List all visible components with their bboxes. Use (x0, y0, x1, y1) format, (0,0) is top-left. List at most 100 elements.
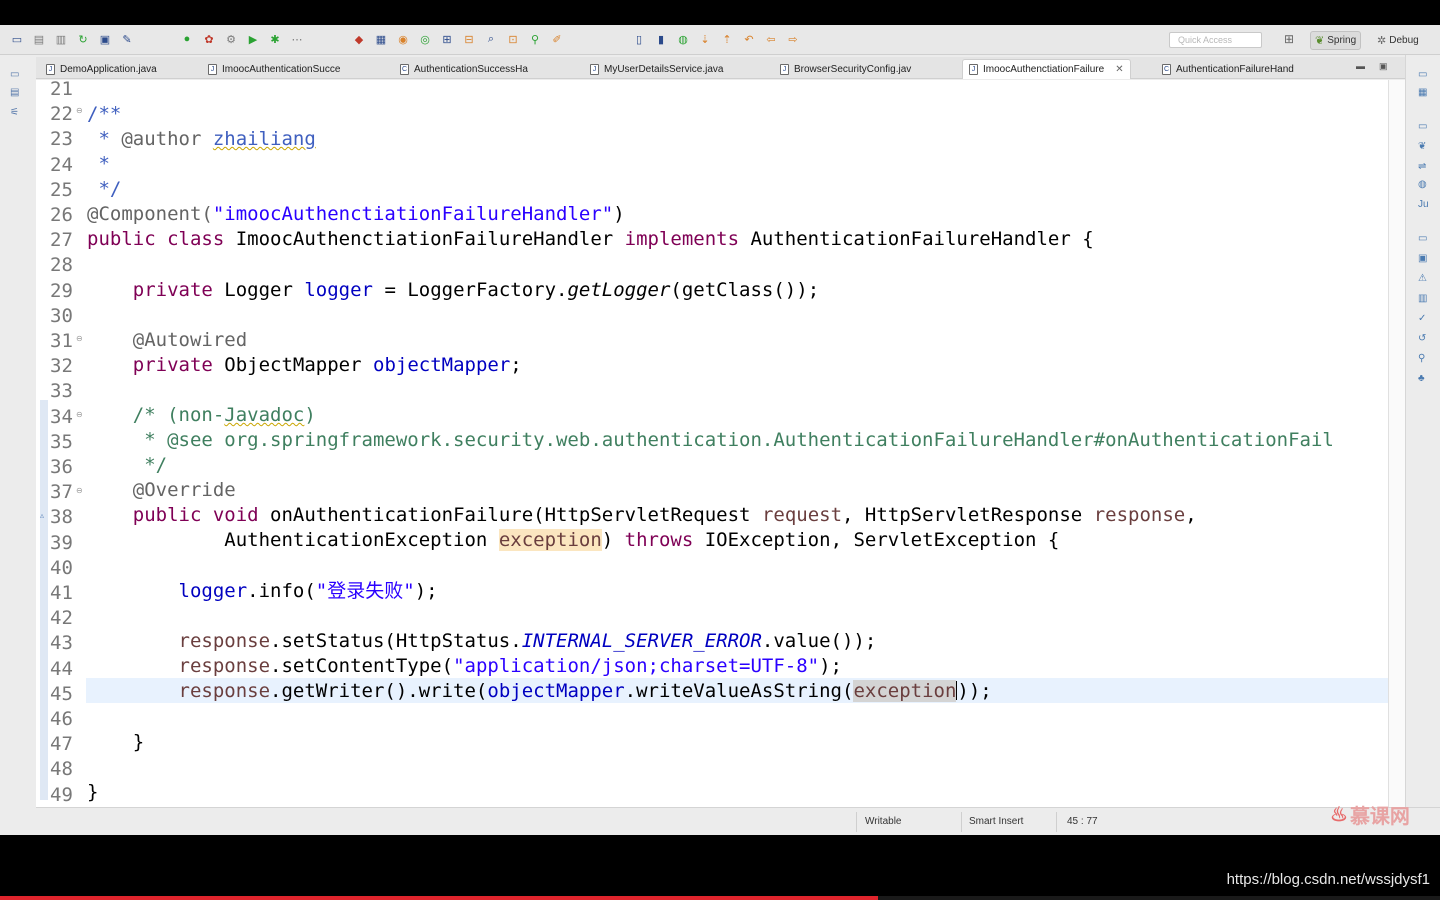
perspective-debug-button[interactable]: ✲ Debug (1373, 31, 1423, 50)
new-class-icon[interactable]: ◉ (394, 31, 412, 47)
globe-icon[interactable]: ◍ (674, 31, 692, 47)
status-cursor-position: 45 : 77 (1067, 816, 1098, 827)
save-all-icon[interactable]: ▥ (52, 31, 70, 47)
open-type-icon[interactable]: ⊞ (438, 31, 456, 47)
pin-icon[interactable]: ⚲ (526, 31, 544, 47)
highlight-icon[interactable]: ✐ (548, 31, 566, 47)
tools-icon[interactable]: ✎ (118, 31, 136, 47)
status-bar: Writable Smart Insert 45 : 77 (36, 807, 1440, 835)
eclipse-window: ▭ ▤ ▥ ↻ ▣ ✎ ● ✿ ⚙ ▶ ✱ ⋯ ◆ ▦ ◉ ◎ ⊞ ⊟ ⌕ ⊡ … (0, 25, 1440, 835)
code-line-26: @Component("imoocAuthenctiationFailureHa… (87, 203, 625, 225)
tab-my-user-details-service[interactable]: J MyUserDetailsService.java (584, 59, 729, 79)
save-icon[interactable]: ▤ (30, 31, 48, 47)
line-number: 40 (50, 556, 73, 579)
tab-authentication-failure-handler[interactable]: C AuthenticationFailureHand (1156, 59, 1300, 79)
new-interface-icon[interactable]: ◎ (416, 31, 434, 47)
open-task-icon[interactable]: ⊟ (460, 31, 478, 47)
tab-label: MyUserDetailsService.java (604, 63, 724, 75)
code-editor[interactable]: 21 22 23 24 25 26 27 28 29 30 31 32 33 34 35 36 37 38 39 40… (36, 80, 1388, 807)
coverage-icon[interactable]: ● (178, 31, 196, 47)
toolbar-nav-group: ▯ ▮ ◍ ⇣ ⇡ ↶ ⇦ ⇨ (630, 31, 802, 49)
tab-imooc-authentication-success[interactable]: J ImoocAuthenticationSucce (202, 59, 346, 79)
back-icon[interactable]: ⇦ (762, 31, 780, 47)
code-line-49: } (87, 781, 99, 803)
perspective-spring-button[interactable]: ❦ Spring (1310, 31, 1362, 50)
status-writable: Writable (865, 816, 902, 827)
problems-icon[interactable]: ⚠ (1418, 273, 1427, 284)
new-server-icon[interactable]: ◆ (350, 31, 368, 47)
fold-icon[interactable]: ⊖ (76, 410, 83, 419)
search-icon[interactable]: ⌕ (482, 31, 500, 47)
restore-right-2-icon[interactable]: ▭ (1418, 121, 1427, 132)
video-progress-track[interactable] (0, 896, 1440, 900)
restore-right-icon[interactable]: ▭ (1418, 69, 1427, 80)
outline-icon[interactable]: ▦ (1418, 87, 1427, 98)
terminal-icon[interactable]: ▣ (96, 31, 114, 47)
new-package-icon[interactable]: ▦ (372, 31, 390, 47)
forward-icon[interactable]: ⇨ (784, 31, 802, 47)
status-insert-mode: Smart Insert (969, 816, 1024, 827)
tab-label: AuthenticationSuccessHa (414, 63, 528, 75)
hierarchy-icon[interactable]: ⚟ (10, 107, 19, 118)
run-icon[interactable]: ▶ (244, 31, 262, 47)
profile-icon[interactable]: ✿ (200, 31, 218, 47)
line-number: 26 (50, 204, 73, 226)
fold-icon[interactable]: ⊖ (76, 106, 83, 115)
maximize-icon[interactable]: ▣ (1379, 61, 1388, 72)
tab-authentication-success-handler[interactable]: C AuthenticationSuccessHa (394, 59, 534, 79)
top-letterbox (0, 0, 1440, 25)
code-line-36: */ (87, 454, 168, 476)
java-file-icon: J (46, 63, 55, 75)
right-trim-bar: ▭ ▦ ▭ ❦ ⇌ ◍ Ju ▭ ▣ ⚠ ▥ ✓ ↺ ⚲ ♣ (1405, 55, 1440, 835)
history-icon[interactable]: ↺ (1418, 333, 1426, 344)
line-number: 25 (50, 178, 73, 201)
fold-icon[interactable]: ⊖ (76, 486, 83, 495)
boot-dashboard-icon[interactable]: ❦ (1418, 141, 1426, 152)
code-line-27: public class ImoocAuthenctiationFailureH… (87, 228, 1094, 250)
minimize-icon[interactable]: ▬ (1356, 61, 1365, 71)
toggle-mark-icon[interactable]: ▮ (652, 31, 670, 47)
console-icon[interactable]: ▣ (1418, 253, 1427, 264)
tab-imooc-authentication-failure[interactable]: J ImoocAuthenctiationFailure ✕ (962, 59, 1131, 79)
line-number: 37 (50, 481, 73, 504)
settings-gear-icon[interactable]: ⚙ (222, 31, 240, 47)
toggle-view-icon[interactable]: ▯ (630, 31, 648, 47)
code-line-23: * @author zhailiang (87, 128, 316, 150)
next-annotation-icon[interactable]: ⇣ (696, 31, 714, 47)
junit-icon[interactable]: Ju (1418, 199, 1429, 210)
package-explorer-icon[interactable]: ▤ (10, 87, 19, 98)
new-icon[interactable]: ▭ (8, 31, 26, 47)
open-perspective-icon[interactable]: ⊞ (1284, 32, 1294, 46)
line-number: 42 (50, 607, 73, 630)
quick-access-input[interactable]: Quick Access (1169, 32, 1262, 48)
tab-demo-application[interactable]: J DemoApplication.java (40, 59, 163, 79)
line-number: 39 (50, 531, 73, 554)
progress-icon[interactable]: ▥ (1418, 293, 1427, 304)
external-tools-icon[interactable]: ⋯ (288, 31, 306, 47)
line-number: 28 (50, 254, 73, 277)
restore-icon[interactable]: ▭ (10, 69, 19, 80)
line-number: 46 (50, 708, 73, 730)
restore-right-3-icon[interactable]: ▭ (1418, 233, 1427, 244)
markers-icon[interactable]: ♣ (1418, 373, 1425, 384)
code-line-44: response.setContentType("application/jso… (178, 655, 842, 677)
tab-browser-security-config[interactable]: J BrowserSecurityConfig.jav (774, 59, 917, 79)
line-number: 45 (50, 682, 73, 705)
refresh-icon[interactable]: ↻ (74, 31, 92, 47)
search-view-icon[interactable]: ⚲ (1418, 353, 1425, 364)
fold-icon[interactable]: ⊖ (76, 334, 83, 343)
overview-ruler[interactable] (1388, 80, 1405, 807)
editor-tab-bar: J DemoApplication.java J ImoocAuthentica… (36, 57, 1405, 79)
code-line-39: AuthenticationException exception) throw… (87, 529, 1060, 551)
data-source-icon[interactable]: ◍ (1418, 179, 1427, 190)
tasks-icon[interactable]: ✓ (1418, 313, 1426, 324)
servers-icon[interactable]: ⇌ (1418, 161, 1426, 172)
status-separator (856, 812, 857, 832)
line-number: 35 (50, 430, 73, 453)
spring-leaf-icon: ❦ (1315, 35, 1325, 47)
last-edit-icon[interactable]: ↶ (740, 31, 758, 47)
close-tab-icon[interactable]: ✕ (1115, 64, 1123, 75)
open-folder-icon[interactable]: ⊡ (504, 31, 522, 47)
prev-annotation-icon[interactable]: ⇡ (718, 31, 736, 47)
debug-run-icon[interactable]: ✱ (266, 31, 284, 47)
